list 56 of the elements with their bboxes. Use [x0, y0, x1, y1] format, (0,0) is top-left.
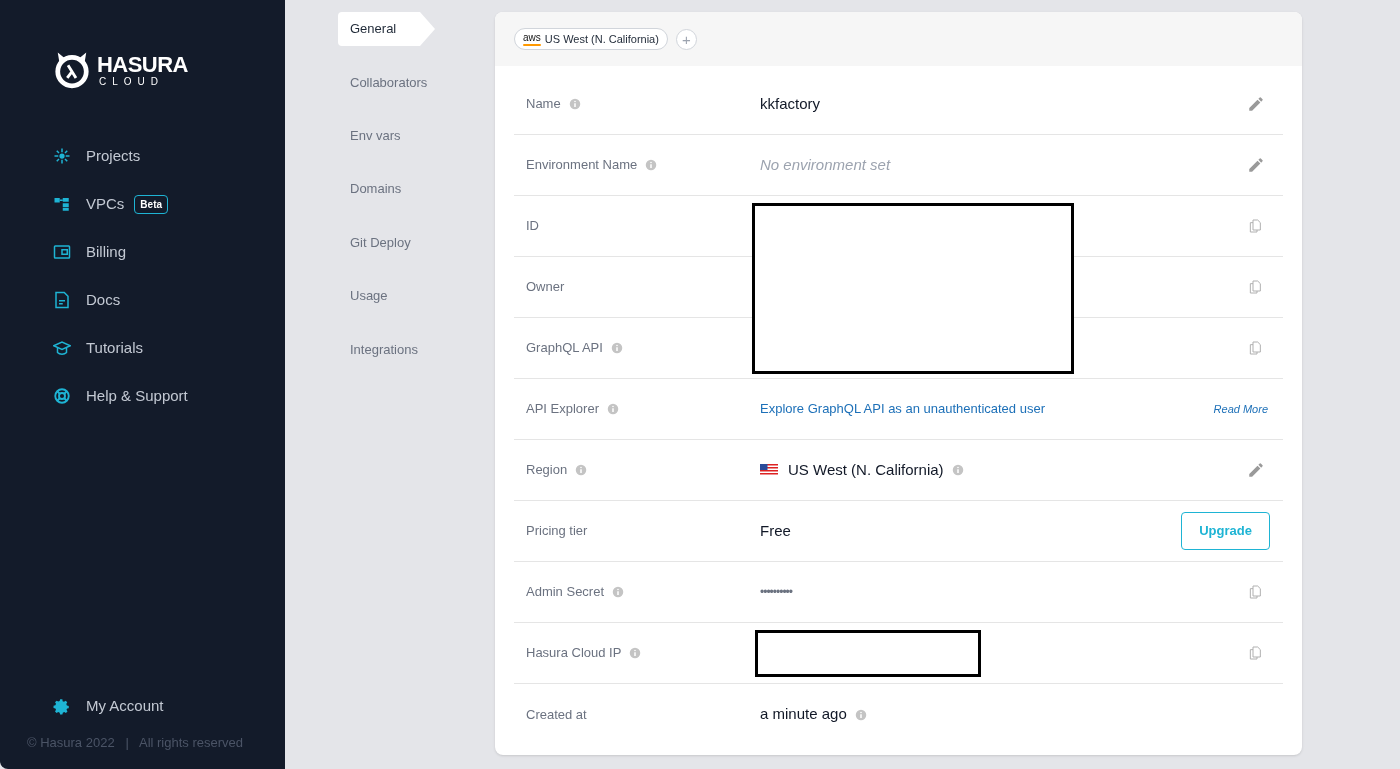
pencil-icon — [1247, 156, 1265, 174]
nav-item[interactable]: Help & Support — [0, 372, 285, 420]
beta-badge: Beta — [134, 194, 169, 214]
field-value: a minute ago — [760, 704, 847, 725]
region-chip[interactable]: aws US West (N. California) — [514, 28, 668, 50]
field-value: US West (N. California) — [788, 459, 944, 480]
field-label: Created at — [526, 705, 587, 724]
logo-icon — [53, 51, 91, 89]
sun-icon — [53, 147, 71, 165]
subnav-tab[interactable]: Collaborators — [338, 65, 435, 100]
secret-value: •••••••••• — [760, 584, 792, 601]
nav-item[interactable]: Tutorials — [0, 324, 285, 372]
copy-icon — [1247, 340, 1263, 356]
field-label: Region — [526, 461, 568, 480]
logo-subtitle: CLOUD — [99, 76, 165, 87]
pencil-icon — [1247, 95, 1265, 113]
graduation-cap-icon — [53, 339, 71, 357]
account-link[interactable]: My Account — [0, 691, 285, 722]
field-label: ID — [526, 217, 539, 236]
subnav-tab[interactable]: General — [338, 12, 435, 46]
aws-logo: aws — [523, 32, 541, 46]
subnav-tab[interactable]: Usage — [338, 278, 435, 313]
field-label: Environment Name — [526, 156, 638, 175]
network-icon — [53, 195, 71, 213]
field-label: Admin Secret — [526, 583, 605, 602]
field-value: Free — [760, 520, 791, 541]
field-label: Owner — [526, 278, 565, 297]
copy-icon — [1247, 584, 1263, 600]
copy-icon — [1247, 645, 1263, 661]
lifebuoy-icon — [53, 387, 71, 405]
nav-item[interactable]: Projects — [0, 132, 285, 180]
subnav-tab[interactable]: Env vars — [338, 118, 435, 153]
nav-item[interactable]: VPCs Beta — [0, 180, 285, 228]
subnav-tab[interactable]: Integrations — [338, 332, 435, 367]
field-value: No environment set — [760, 154, 891, 175]
read-more-link[interactable]: Read More — [1213, 400, 1268, 418]
field-label: Name — [526, 95, 561, 114]
subnav-tab[interactable]: Git Deploy — [338, 225, 435, 260]
copy-icon — [1247, 279, 1263, 295]
copy-icon — [1247, 218, 1263, 234]
field-label: Pricing tier — [526, 522, 588, 541]
nav-item[interactable]: Billing — [0, 228, 285, 276]
wallet-icon — [53, 243, 71, 261]
field-value: kkfactory — [760, 93, 820, 114]
field-label: Hasura Cloud IP — [526, 644, 622, 663]
gear-icon — [53, 697, 71, 716]
copyright-text: © Hasura 2022 | All rights reserved — [26, 733, 244, 752]
nav-item[interactable]: Docs — [0, 276, 285, 324]
field-label: GraphQL API — [526, 339, 603, 358]
field-label: API Explorer — [526, 400, 599, 419]
us-flag-icon — [760, 464, 778, 476]
subnav-tab[interactable]: Domains — [338, 172, 435, 207]
explorer-link[interactable]: Explore GraphQL API as an unauthenticated user — [760, 399, 1045, 419]
pencil-icon — [1247, 461, 1265, 479]
logo-title: HASURA — [97, 53, 188, 76]
document-icon — [53, 291, 71, 309]
